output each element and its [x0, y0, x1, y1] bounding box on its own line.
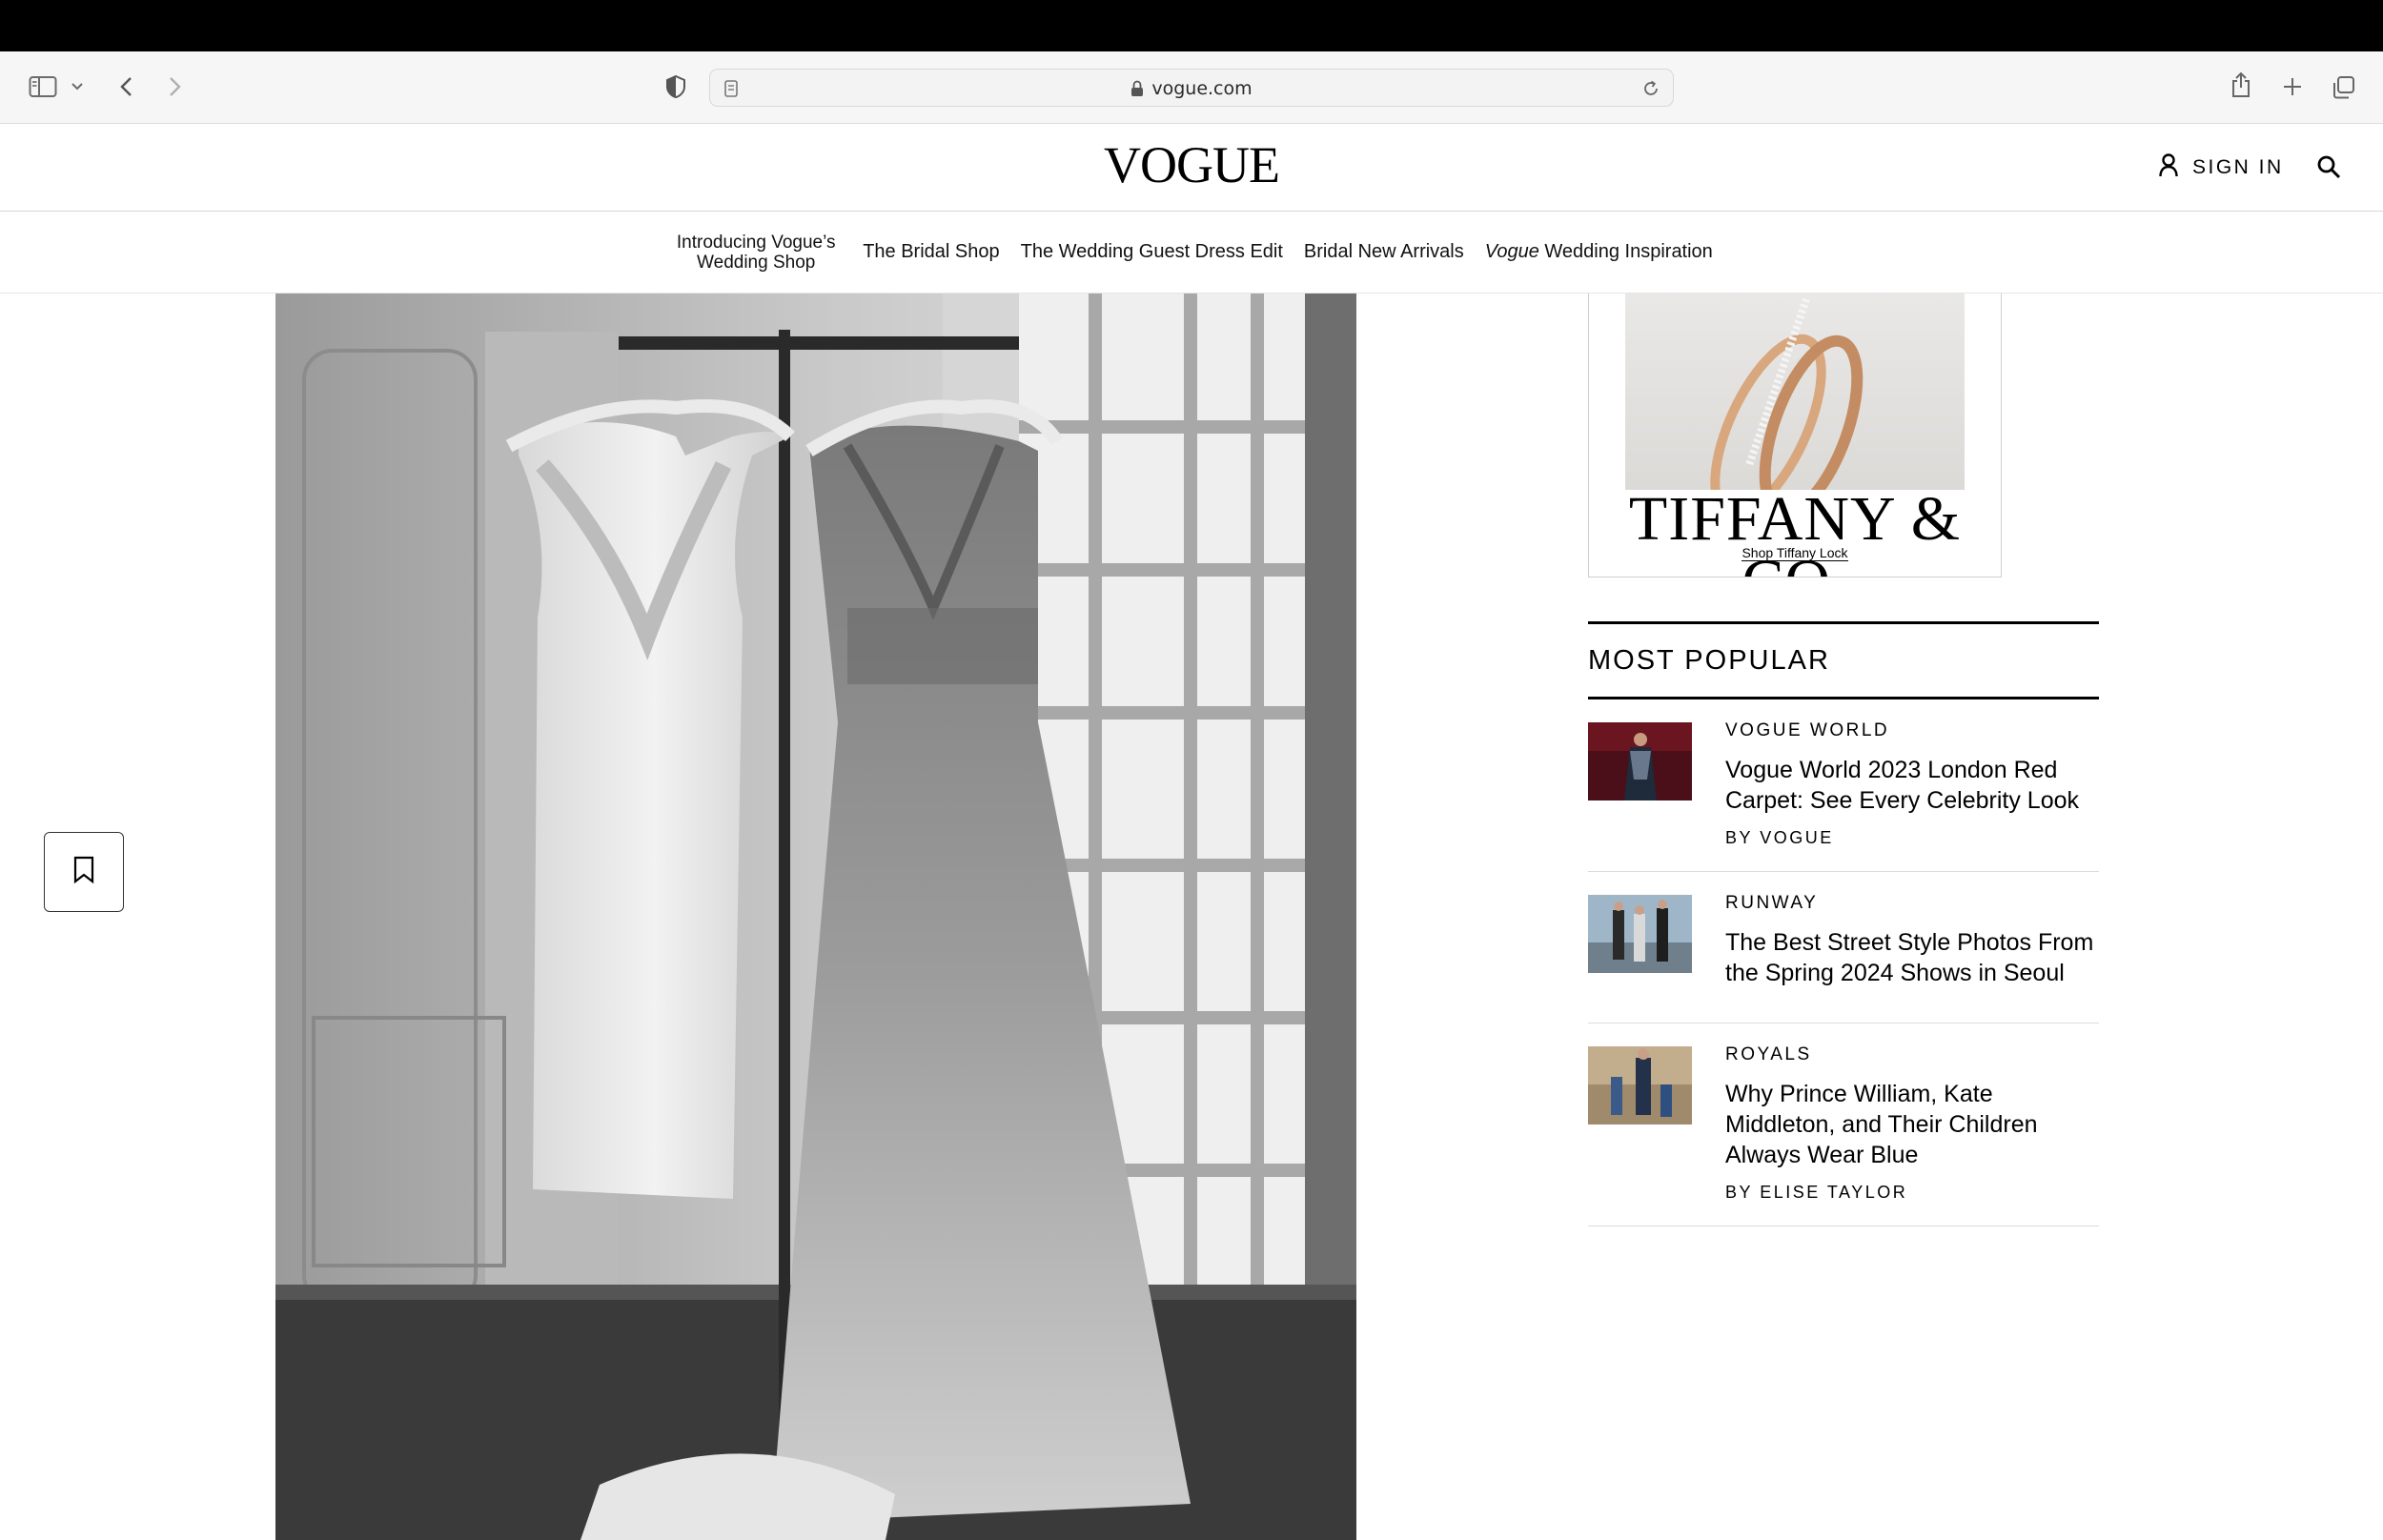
site-header: VOGUE SIGN IN	[0, 124, 2383, 212]
popular-item-category[interactable]: RUNWAY	[1725, 893, 2099, 914]
url-text: vogue.com	[1151, 78, 1253, 99]
popular-item-thumbnail[interactable]	[1588, 1046, 1692, 1125]
bookmark-icon	[72, 856, 95, 889]
save-article-button[interactable]	[44, 832, 124, 912]
share-icon[interactable]	[2227, 69, 2255, 101]
sign-in-button[interactable]: SIGN IN	[2158, 149, 2284, 187]
lock-icon	[1130, 80, 1144, 97]
nav-item-introducing-wedding-shop[interactable]: Introducing Vogue’s Wedding Shop	[670, 233, 842, 273]
nav-item-wedding-inspiration[interactable]: Vogue Wedding Inspiration	[1485, 242, 1713, 262]
ad-rings-image	[1625, 294, 1965, 520]
tabs-overview-icon[interactable]	[2328, 72, 2358, 103]
sidebar-toggle-icon[interactable]	[27, 71, 59, 103]
popular-item-thumbnail[interactable]	[1588, 895, 1692, 973]
chevron-down-icon[interactable]	[69, 78, 86, 95]
reload-icon[interactable]	[1640, 78, 1661, 99]
popular-item-byline: BY VOGUE	[1725, 828, 1834, 847]
ad-link[interactable]: Shop Tiffany Lock	[1589, 545, 2001, 561]
back-arrow-icon[interactable]	[112, 72, 141, 101]
hero-image	[275, 294, 1356, 1540]
ad-brand-logo: TIFFANY & CO.	[1628, 484, 1962, 578]
nav-item-bridal-new-arrivals[interactable]: Bridal New Arrivals	[1304, 242, 1464, 262]
popular-item-category[interactable]: VOGUE WORLD	[1725, 720, 2099, 741]
primary-nav: Introducing Vogue’s Wedding Shop The Bri…	[0, 212, 2383, 294]
search-icon[interactable]	[2312, 151, 2345, 183]
most-popular-module: MOST POPULAR VOGUE WORLD Vogue World 202…	[1588, 621, 2099, 1226]
sign-in-label: SIGN IN	[2192, 156, 2284, 178]
forward-arrow-icon[interactable]	[160, 72, 189, 101]
nav-item-bridal-shop[interactable]: The Bridal Shop	[863, 242, 999, 262]
browser-toolbar: vogue.com	[0, 51, 2383, 124]
user-icon	[2158, 152, 2179, 183]
popular-item-thumbnail[interactable]	[1588, 722, 1692, 800]
nav-item-wedding-guest-dress-edit[interactable]: The Wedding Guest Dress Edit	[1021, 242, 1283, 262]
privacy-shield-icon[interactable]	[662, 72, 690, 101]
most-popular-heading: MOST POPULAR	[1588, 621, 2099, 699]
plus-icon[interactable]	[2278, 72, 2307, 101]
nav-item-wedding-inspiration-italic: Vogue	[1484, 241, 1539, 262]
popular-item: RUNWAY The Best Street Style Photos From…	[1588, 872, 2099, 1023]
address-bar[interactable]: vogue.com	[709, 69, 1674, 107]
system-top-bar	[0, 0, 2383, 51]
vogue-logo[interactable]: VOGUE	[0, 133, 2383, 196]
popular-item: VOGUE WORLD Vogue World 2023 London Red …	[1588, 699, 2099, 872]
popular-item-category[interactable]: ROYALS	[1725, 1044, 2099, 1065]
popular-item-title[interactable]: Why Prince William, Kate Middleton, and …	[1725, 1079, 2099, 1170]
popular-item: ROYALS Why Prince William, Kate Middleto…	[1588, 1023, 2099, 1226]
popular-item-byline: BY ELISE TAYLOR	[1725, 1183, 1908, 1202]
tiffany-advertisement[interactable]: TIFFANY & CO. Shop Tiffany Lock	[1588, 294, 2002, 578]
popular-item-title[interactable]: The Best Street Style Photos From the Sp…	[1725, 927, 2099, 988]
ad-link-label: Shop Tiffany Lock	[1741, 545, 1848, 561]
popular-item-title[interactable]: Vogue World 2023 London Red Carpet: See …	[1725, 755, 2099, 816]
nav-item-wedding-inspiration-label: Wedding Inspiration	[1538, 241, 1713, 262]
